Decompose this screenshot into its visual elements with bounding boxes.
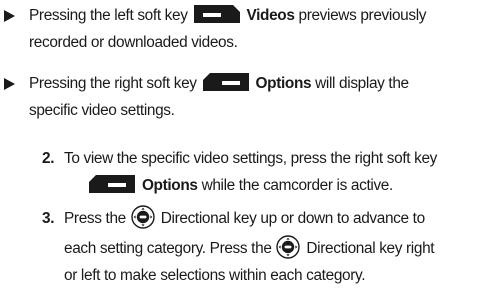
left-soft-key-icon (193, 5, 240, 23)
step-2-line-2: Options while the camcorder is active. (89, 172, 393, 199)
bullet-2-text-post: will display the (315, 75, 409, 92)
step-3-line-2: each setting category. Press the Directi… (64, 235, 435, 262)
bullet-2-line-2: specific video settings. (29, 102, 175, 119)
step-3-text-pre: Press the (64, 210, 126, 227)
bullet-arrow-icon (4, 10, 15, 22)
right-soft-key-icon (89, 175, 135, 193)
step-3-line-1: Press the Directional key up or down to … (64, 205, 425, 232)
step-3-line-2-pre: each setting category. Press the (64, 240, 272, 257)
step-2-text-post: while the camcorder is active. (201, 177, 394, 194)
bullet-2-text-pre: Pressing the right soft key (29, 75, 197, 92)
step-2-line-1: To view the specific video settings, pre… (64, 150, 438, 167)
directional-key-icon (131, 205, 155, 229)
bullet-1-text-pre: Pressing the left soft key (29, 7, 188, 24)
options-key-label: Options (141, 177, 198, 194)
bullet-1-line-1: Pressing the left soft key Videos previe… (29, 2, 426, 29)
bullet-arrow-icon (4, 78, 15, 90)
right-soft-key-icon (202, 73, 249, 91)
videos-key-label: Videos (246, 7, 295, 24)
step-3-line-3: or left to make selections within each c… (64, 267, 366, 284)
instruction-list: Pressing the left soft key Videos previe… (0, 0, 490, 288)
bullet-1-line-2: recorded or downloaded videos. (29, 34, 238, 51)
bullet-2-line-1: Pressing the right soft key Options will… (29, 70, 409, 97)
step-3-line-2-post: Directional key right (306, 240, 435, 257)
step-3-text-post: Directional key up or down to advance to (160, 210, 425, 227)
step-2-number: 2. (42, 150, 55, 167)
step-3-number: 3. (42, 210, 55, 227)
bullet-1-text-post: previews previously (298, 7, 427, 24)
directional-key-icon (276, 235, 301, 259)
options-key-label: Options (255, 75, 312, 92)
